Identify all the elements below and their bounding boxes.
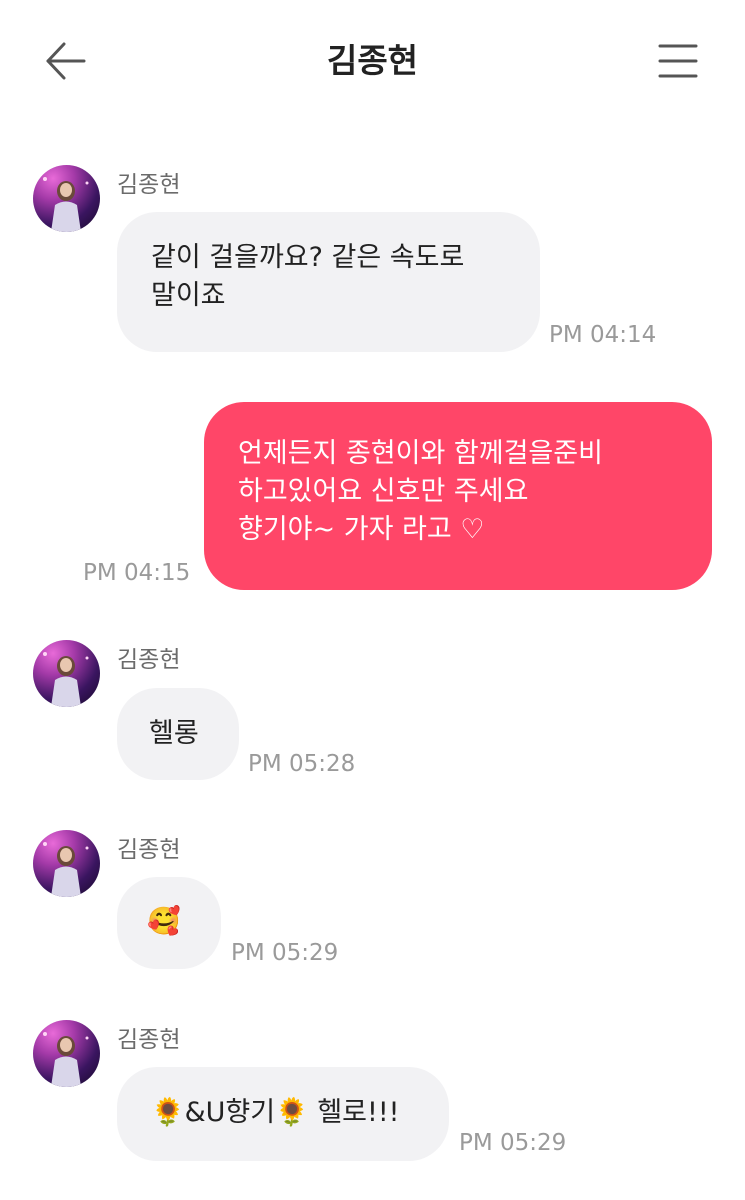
message-timestamp: PM 05:29 <box>459 1130 567 1156</box>
profile-photo-icon <box>43 842 89 897</box>
message-timestamp: PM 05:29 <box>231 940 339 966</box>
menu-button[interactable] <box>650 36 706 86</box>
message-timestamp: PM 04:15 <box>83 560 191 586</box>
avatar[interactable] <box>33 165 100 232</box>
sender-name: 김종현 <box>117 647 181 673</box>
sender-name: 김종현 <box>117 172 181 198</box>
incoming-message-bubble[interactable]: 헬롱 <box>117 688 239 780</box>
sender-name: 김종현 <box>117 837 181 863</box>
page-title: 김종현 <box>326 41 419 80</box>
avatar[interactable] <box>33 830 100 897</box>
incoming-message-bubble[interactable]: 🌻&U향기🌻 헬로!!! <box>117 1067 449 1161</box>
sender-name: 김종현 <box>117 1027 181 1053</box>
avatar[interactable] <box>33 640 100 707</box>
incoming-message-bubble[interactable]: 🥰 <box>117 877 221 969</box>
back-button[interactable] <box>40 36 90 86</box>
profile-photo-icon <box>43 652 89 707</box>
message-timestamp: PM 04:14 <box>549 322 657 348</box>
profile-photo-icon <box>43 177 89 232</box>
incoming-message-bubble[interactable]: 같이 걸을까요? 같은 속도로 말이죠 <box>117 212 540 352</box>
avatar[interactable] <box>33 1020 100 1087</box>
profile-photo-icon <box>43 1032 89 1087</box>
arrow-left-icon <box>46 42 86 80</box>
hamburger-menu-icon <box>658 44 698 78</box>
message-timestamp: PM 05:28 <box>248 751 356 777</box>
outgoing-message-bubble[interactable]: 언제든지 종현이와 함께걸을준비 하고있어요 신호만 주세요 향기야~ 가자 라… <box>204 402 712 590</box>
chat-header: 김종현 <box>0 0 745 120</box>
